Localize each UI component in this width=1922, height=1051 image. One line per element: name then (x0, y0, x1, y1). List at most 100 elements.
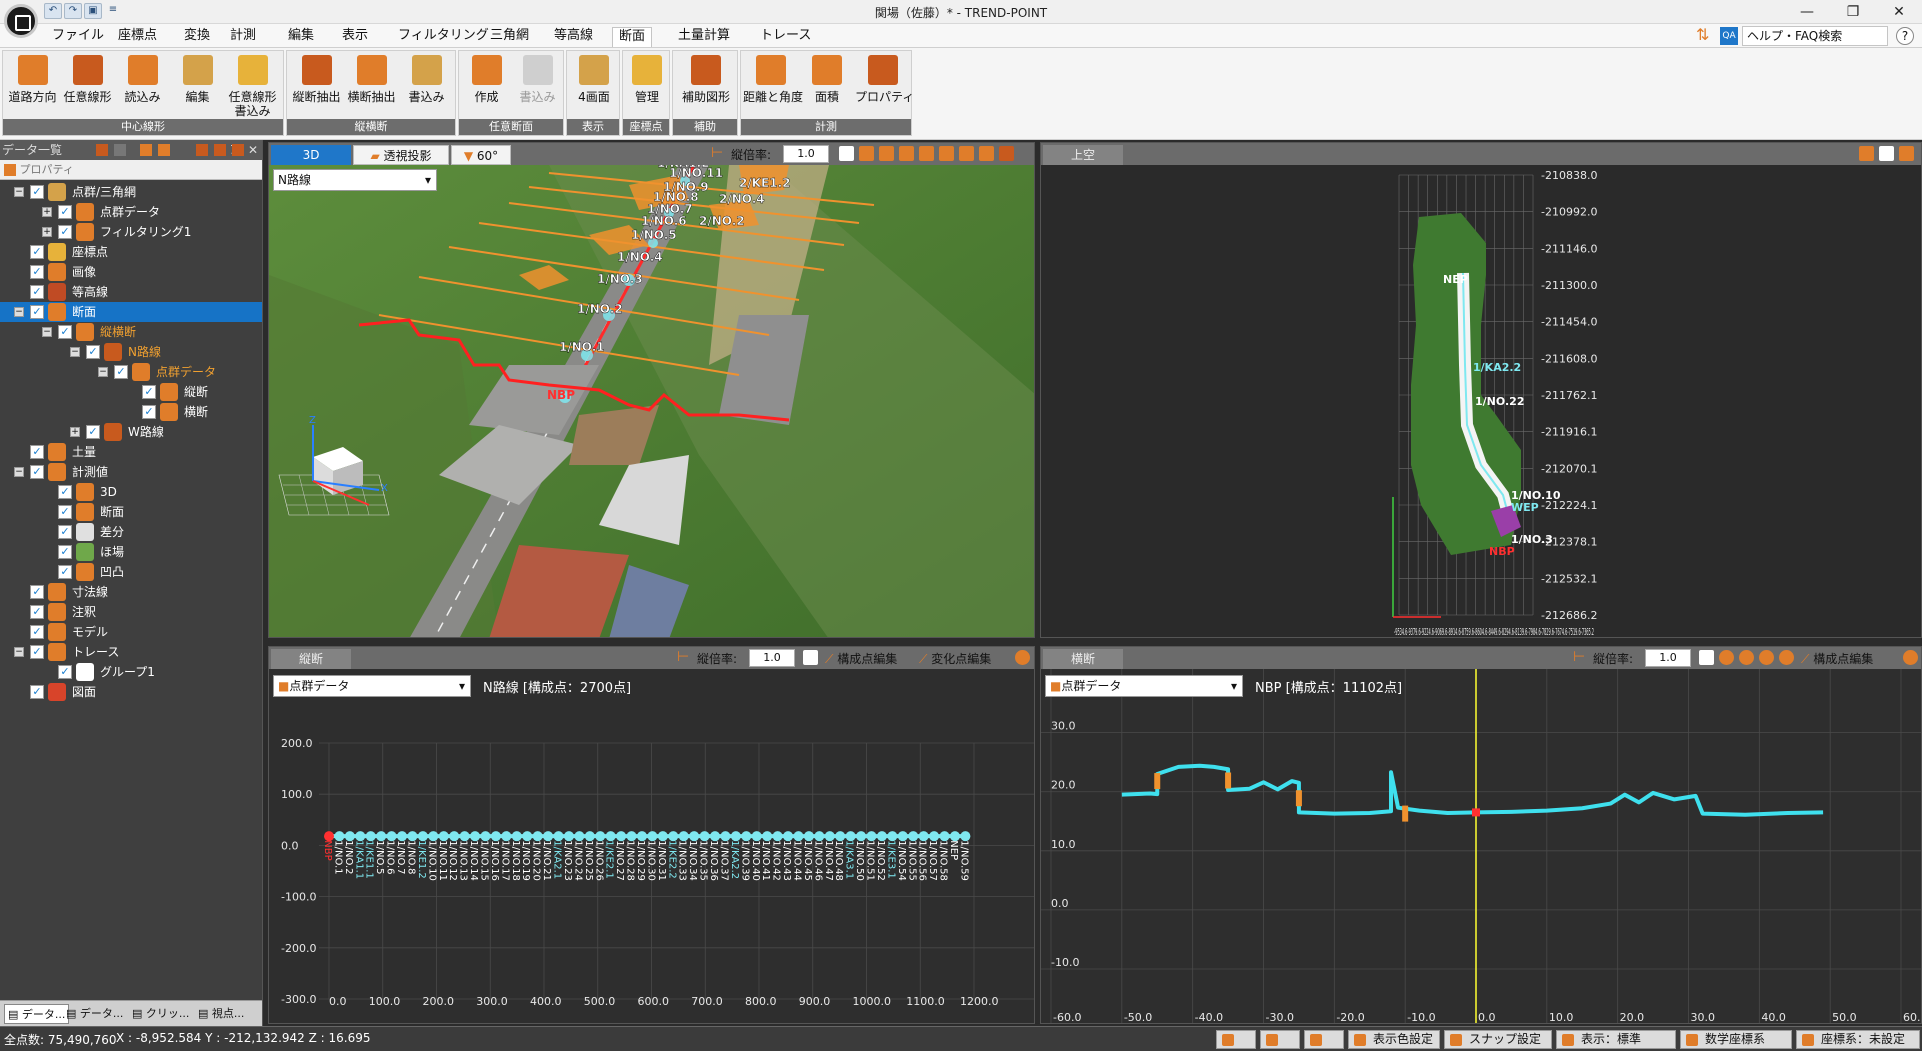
tree-expander-6[interactable]: − (14, 307, 24, 317)
tree-item-9[interactable]: − ✓ 点群データ (0, 362, 262, 382)
tree-item-25[interactable]: ✓ 図面 (0, 682, 262, 702)
cross-source-select[interactable]: ■点群データ (1045, 675, 1243, 697)
tree-item-18[interactable]: ✓ ほ場 (0, 542, 262, 562)
tree-item-6[interactable]: − ✓ 断面 (0, 302, 262, 322)
tree-item-7[interactable]: − ✓ 縦横断 (0, 322, 262, 342)
tree-checkbox-1[interactable]: ✓ (58, 205, 72, 219)
tree-expander-7[interactable]: − (42, 327, 52, 337)
tree-item-22[interactable]: ✓ モデル (0, 622, 262, 642)
tree-item-14[interactable]: − ✓ 計測値 (0, 462, 262, 482)
long-edit-change-button[interactable]: ⟋ 変化点編集 (919, 650, 991, 667)
longitudinal-chart[interactable]: 200.0 100.0 0.0 -100.0 -200.0 -300.0 0.0 100.0 2… (269, 669, 1035, 1024)
tree-checkbox-11[interactable]: ✓ (142, 405, 156, 419)
ribbon-button-1-1[interactable]: 横断抽出 (344, 55, 399, 119)
tree-checkbox-12[interactable]: ✓ (86, 425, 100, 439)
close-button[interactable]: ✕ (1876, 0, 1922, 24)
tree-checkbox-13[interactable]: ✓ (30, 445, 44, 459)
cross-home-icon[interactable] (1699, 650, 1714, 665)
measure-icon[interactable] (999, 146, 1014, 161)
next-section-icon[interactable] (1759, 650, 1774, 665)
tree-expander-9[interactable]: − (98, 367, 108, 377)
window2-icon[interactable] (214, 144, 226, 156)
pen-icon[interactable] (114, 144, 126, 156)
ribbon-button-0-0[interactable]: 道路方向 (5, 55, 60, 119)
math-coord-button[interactable]: 数学座標系 (1680, 1030, 1792, 1049)
ribbon-button-2-0[interactable]: 作成 (461, 55, 512, 119)
coord-system-button[interactable]: 座標系：未設定 (1796, 1030, 1920, 1049)
tree-item-20[interactable]: ✓ 寸法線 (0, 582, 262, 602)
tree-checkbox-23[interactable]: ✓ (30, 645, 44, 659)
view-front-icon[interactable] (859, 146, 874, 161)
menu-item-2[interactable]: 変換 (178, 27, 216, 47)
paint-icon[interactable] (96, 144, 108, 156)
tree-expander-8[interactable]: − (70, 347, 80, 357)
panel-tab-3[interactable]: ▤ 視点... (198, 1004, 244, 1024)
menu-item-4[interactable]: 編集 (282, 27, 320, 47)
tree-expander-2[interactable]: + (42, 227, 52, 237)
top-view[interactable]: 上空 -210838.0 -210992.0 -211146.0 -211300.0-… (1040, 142, 1922, 638)
view-left-icon[interactable] (899, 146, 914, 161)
view-top-icon[interactable] (939, 146, 954, 161)
top-view-plot[interactable]: -210838.0 -210992.0 -211146.0 -211300.0 -211… (1041, 165, 1922, 638)
app-logo-icon[interactable] (4, 4, 38, 38)
status-layer-icon[interactable] (1260, 1030, 1300, 1049)
tree-checkbox-7[interactable]: ✓ (58, 325, 72, 339)
tree-item-5[interactable]: ✓ 等高線 (0, 282, 262, 302)
menu-item-7[interactable]: 三角網 (484, 27, 535, 47)
tree-item-1[interactable]: + ✓ 点群データ (0, 202, 262, 222)
3d-view[interactable]: 3D ▰ 透視投影 ▼ 60° ⊢ 縦倍率: 1.0 1/NO.1 1/NO.2… (268, 142, 1035, 638)
menu-item-0[interactable]: ファイル (46, 27, 110, 47)
tree-item-11[interactable]: ✓ 横断 (0, 402, 262, 422)
tree-checkbox-14[interactable]: ✓ (30, 465, 44, 479)
tree-item-0[interactable]: − ✓ 点群/三角網 (0, 182, 262, 202)
menu-item-11[interactable]: トレース (754, 27, 817, 47)
pointer-icon[interactable] (979, 146, 994, 161)
panel-tab-0[interactable]: ▤ データ... (4, 1004, 70, 1024)
view-back-icon[interactable] (879, 146, 894, 161)
window3-icon[interactable] (232, 144, 244, 156)
snap-settings-button[interactable]: スナップ設定 (1444, 1030, 1552, 1049)
panel-tab-1[interactable]: ▤ データ... (66, 1004, 123, 1024)
route-select[interactable]: N路線 (273, 169, 437, 191)
perspective-button[interactable]: ▰ 透視投影 (353, 145, 449, 165)
tree-item-15[interactable]: ✓ 3D (0, 482, 262, 502)
status-home-icon[interactable] (1304, 1030, 1344, 1049)
menu-item-3[interactable]: 計測 (224, 27, 262, 47)
menu-item-6[interactable]: フィルタリング (392, 27, 495, 47)
tree-item-13[interactable]: ✓ 土量 (0, 442, 262, 462)
minimize-button[interactable]: — (1784, 0, 1830, 24)
panel-tab-2[interactable]: ▤ クリッ... (132, 1004, 189, 1024)
ribbon-button-3-0[interactable]: 4画面 (569, 55, 619, 119)
cross-section-chart[interactable]: 30.0 20.0 10.0 0.0 -10.0 -60.0 -50.0 -40.0 -30.0… (1041, 669, 1922, 1024)
tree-item-16[interactable]: ✓ 断面 (0, 502, 262, 522)
tree-item-10[interactable]: ✓ 縦断 (0, 382, 262, 402)
ribbon-button-0-4[interactable]: 任意線形 書込み (225, 55, 280, 119)
tree-expander-0[interactable]: − (14, 187, 24, 197)
panel-close-icon[interactable]: ✕ (248, 140, 258, 160)
layer-up-icon[interactable] (140, 144, 152, 156)
tree-checkbox-20[interactable]: ✓ (30, 585, 44, 599)
tree-checkbox-22[interactable]: ✓ (30, 625, 44, 639)
tree-checkbox-21[interactable]: ✓ (30, 605, 44, 619)
menu-item-8[interactable]: 等高線 (548, 27, 599, 47)
tree-checkbox-3[interactable]: ✓ (30, 245, 44, 259)
last-section-icon[interactable] (1779, 650, 1794, 665)
tree-item-8[interactable]: − ✓ N路線 (0, 342, 262, 362)
tree-item-21[interactable]: ✓ 注釈 (0, 602, 262, 622)
tree-checkbox-2[interactable]: ✓ (58, 225, 72, 239)
tree-expander-14[interactable]: − (14, 467, 24, 477)
window-icon[interactable] (196, 144, 208, 156)
menu-item-10[interactable]: 土量計算 (672, 27, 736, 47)
tree-item-23[interactable]: − ✓ トレース (0, 642, 262, 662)
view-bottom-icon[interactable] (959, 146, 974, 161)
property-button[interactable]: プロパティ (20, 163, 74, 176)
tree-checkbox-25[interactable]: ✓ (30, 685, 44, 699)
tree-checkbox-17[interactable]: ✓ (58, 525, 72, 539)
ribbon-button-1-0[interactable]: 縦断抽出 (289, 55, 344, 119)
tree-item-4[interactable]: ✓ 画像 (0, 262, 262, 282)
ribbon-button-0-2[interactable]: 読込み (115, 55, 170, 119)
tree-checkbox-5[interactable]: ✓ (30, 285, 44, 299)
first-section-icon[interactable] (1719, 650, 1734, 665)
tree-checkbox-19[interactable]: ✓ (58, 565, 72, 579)
tree-expander-1[interactable]: + (42, 207, 52, 217)
